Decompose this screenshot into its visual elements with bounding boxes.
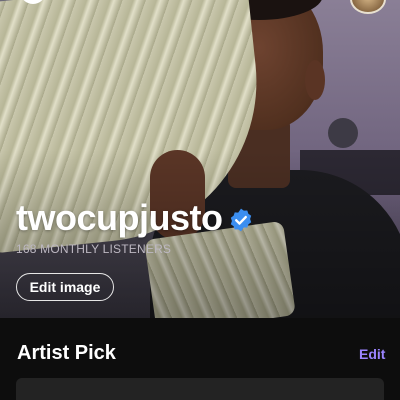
artist-pick-title: Artist Pick bbox=[17, 342, 116, 364]
artist-pick-section: Artist Pick Edit bbox=[0, 318, 400, 400]
artist-pick-card[interactable] bbox=[16, 378, 384, 400]
artist-name: twocupjusto bbox=[16, 197, 223, 238]
background-plant bbox=[328, 118, 358, 148]
edit-image-button[interactable]: Edit image bbox=[16, 273, 114, 301]
artist-profile-screen: twocupjusto 168 MONTHLY LISTENERS Edit i… bbox=[0, 0, 400, 400]
monthly-listeners: 168 MONTHLY LISTENERS bbox=[16, 242, 172, 256]
verified-badge-icon bbox=[231, 208, 252, 232]
artist-header-image bbox=[0, 0, 400, 318]
artist-pick-edit-button[interactable]: Edit bbox=[359, 346, 385, 362]
artist-name-row: twocupjusto bbox=[16, 196, 254, 240]
artist-ear bbox=[305, 60, 325, 100]
